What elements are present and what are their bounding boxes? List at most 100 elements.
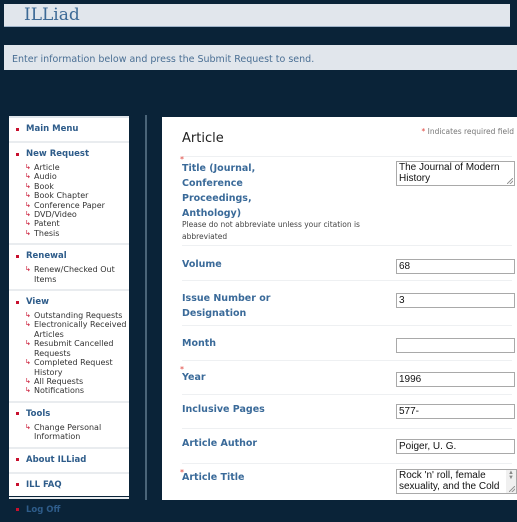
form-row-month: Month — [182, 326, 515, 361]
sidebar-item-completed-history[interactable]: ↳ Completed Request History — [25, 358, 129, 377]
sidebar-section-label: New Request — [26, 149, 90, 159]
sidebar-item-all-requests[interactable]: ↳ All Requests — [25, 377, 129, 386]
arrow-icon: ↳ — [25, 172, 31, 181]
sidebar-item-book-chapter[interactable]: ↳ Book Chapter — [25, 191, 129, 200]
field-label-pages: Inclusive Pages — [182, 404, 265, 415]
bullet-icon — [16, 508, 19, 512]
sidebar-item-label: Renew/Checked Out Items — [34, 265, 115, 284]
title-textarea[interactable]: The Journal of Modern History — [396, 161, 515, 186]
column-divider — [145, 115, 147, 500]
bullet-icon — [16, 127, 19, 131]
field-label-month: Month — [182, 338, 217, 349]
sidebar-item-label: Conference Paper — [34, 200, 105, 210]
arrow-icon: ↳ — [25, 191, 31, 200]
sidebar-link-log-off[interactable]: Log Off — [9, 503, 129, 517]
bullet-icon — [16, 483, 19, 487]
arrow-icon: ↳ — [25, 200, 31, 209]
arrow-icon: ↳ — [25, 376, 31, 385]
arrow-icon: ↳ — [25, 386, 31, 395]
sidebar-section-label: Renewal — [26, 251, 67, 262]
sidebar-item-conference-paper[interactable]: ↳ Conference Paper — [25, 201, 129, 210]
field-label-title: Title (Journal, Conference Proceedings, … — [182, 163, 256, 219]
field-hint-title: Please do not abbreviate unless your cit… — [182, 220, 360, 241]
notice-text: Enter information below and press the Su… — [12, 54, 315, 65]
required-field-note: * Indicates required field — [421, 127, 514, 136]
sidebar-section-logoff: Log Off — [9, 499, 129, 522]
sidebar-item-thesis[interactable]: ↳ Thesis — [25, 229, 129, 238]
sidebar-section-label: View — [26, 297, 49, 308]
sidebar-item-label: All Requests — [34, 376, 84, 386]
bullet-icon — [16, 300, 19, 304]
app-header: ILLiad — [4, 4, 510, 27]
form-row-pages: Inclusive Pages 577- — [182, 395, 515, 429]
required-note-text: Indicates required field — [427, 127, 514, 136]
sidebar-link-view[interactable]: View — [9, 295, 129, 309]
sidebar-section-label: Main Menu — [26, 124, 79, 134]
article-title-textarea[interactable]: Rock 'n' roll, female sexuality, and the… — [396, 469, 517, 494]
volume-input[interactable]: 68 — [396, 259, 515, 274]
sidebar-item-resubmit-cancelled[interactable]: ↳ Resubmit Cancelled Requests — [25, 339, 129, 358]
arrow-icon: ↳ — [25, 163, 31, 171]
sidebar-link-tools[interactable]: Tools — [9, 407, 129, 421]
bullet-icon — [16, 254, 19, 258]
sidebar-item-article[interactable]: ↳ Article — [25, 163, 129, 172]
sidebar-link-main-menu[interactable]: Main Menu — [9, 122, 129, 136]
sidebar-section-renewal: Renewal ↳ Renew/Checked Out Items — [9, 245, 129, 292]
sidebar-link-ill-faq[interactable]: ILL FAQ — [9, 478, 129, 492]
sidebar-item-book[interactable]: ↳ Book — [25, 182, 129, 191]
sidebar-section-label: Tools — [26, 408, 51, 419]
heading-divider — [182, 156, 512, 157]
textarea-value: The Journal of Modern History — [399, 162, 500, 184]
sidebar-item-audio[interactable]: ↳ Audio — [25, 172, 129, 181]
sidebar-item-label: Audio — [34, 172, 57, 182]
sidebar-item-electronically-received[interactable]: ↳ Electronically Received Articles — [25, 320, 129, 339]
field-label-year: Year — [182, 372, 206, 383]
notice-banner: Enter information below and press the Su… — [4, 45, 517, 70]
sidebar-link-new-request[interactable]: New Request — [9, 147, 129, 161]
sidebar-section-view: View ↳ Outstanding Requests ↳ Electronical… — [9, 291, 129, 403]
sidebar-item-label: Outstanding Requests — [34, 311, 123, 321]
sidebar-section-label: ILL FAQ — [26, 479, 62, 490]
arrow-icon: ↳ — [25, 339, 31, 348]
month-input[interactable] — [396, 338, 515, 353]
resize-grip-icon[interactable] — [507, 178, 513, 184]
arrow-icon: ↳ — [25, 210, 31, 219]
form-row-title: * Title (Journal, Conference Proceedings… — [180, 155, 515, 246]
sidebar-item-change-personal-info[interactable]: ↳ Change Personal Information — [25, 423, 129, 442]
arrow-icon: ↳ — [25, 320, 31, 329]
sidebar-item-dvd-video[interactable]: ↳ DVD/Video — [25, 210, 129, 219]
sidebar-link-about-illiad[interactable]: About ILLiad — [9, 453, 129, 467]
sidebar-section-about: About ILLiad — [9, 449, 129, 474]
field-label-article-title: Article Title — [182, 472, 245, 483]
arrow-icon: ↳ — [25, 422, 31, 431]
bullet-icon — [16, 152, 19, 156]
sidebar-item-renew-checked-out[interactable]: ↳ Renew/Checked Out Items — [25, 265, 129, 284]
pages-input[interactable]: 577- — [396, 404, 515, 419]
arrow-icon: ↳ — [25, 265, 31, 274]
arrow-icon: ↳ — [25, 219, 31, 228]
arrow-icon: ↳ — [25, 181, 31, 190]
sidebar-item-label: Resubmit Cancelled Requests — [34, 339, 114, 358]
form-row-article-title: * Article Title Rock 'n' roll, female se… — [180, 464, 517, 500]
sidebar-item-label: Change Personal Information — [34, 422, 102, 442]
form-row-issue: Issue Number or Designation 3 — [182, 281, 515, 326]
sidebar-section-label: Log Off — [26, 504, 61, 515]
request-form: * Indicates required field Article * Tit… — [162, 117, 517, 500]
sidebar-menu: Main Menu New Request ↳ Article ↳ Audio ↳ B… — [9, 116, 129, 515]
sidebar-item-patent[interactable]: ↳ Patent — [25, 219, 129, 228]
sidebar-section-faq: ILL FAQ — [9, 474, 129, 499]
author-input[interactable]: Poiger, U. G. — [396, 439, 515, 454]
sidebar-item-notifications[interactable]: ↳ Notifications — [25, 386, 129, 395]
sidebar-item-label: Electronically Received Articles — [34, 320, 127, 339]
sidebar-item-outstanding-requests[interactable]: ↳ Outstanding Requests — [25, 311, 129, 320]
issue-input[interactable]: 3 — [396, 293, 515, 308]
field-label-volume: Volume — [182, 259, 222, 270]
sidebar-item-label: Patent — [34, 219, 60, 229]
resize-grip-icon[interactable] — [509, 486, 515, 492]
form-row-volume: Volume 68 — [182, 246, 515, 281]
bullet-icon — [16, 458, 19, 462]
year-input[interactable]: 1996 — [396, 372, 515, 387]
sidebar-link-renewal[interactable]: Renewal — [9, 249, 129, 263]
app-logo[interactable]: ILLiad — [24, 4, 80, 26]
sidebar-item-label: Book — [34, 181, 54, 191]
